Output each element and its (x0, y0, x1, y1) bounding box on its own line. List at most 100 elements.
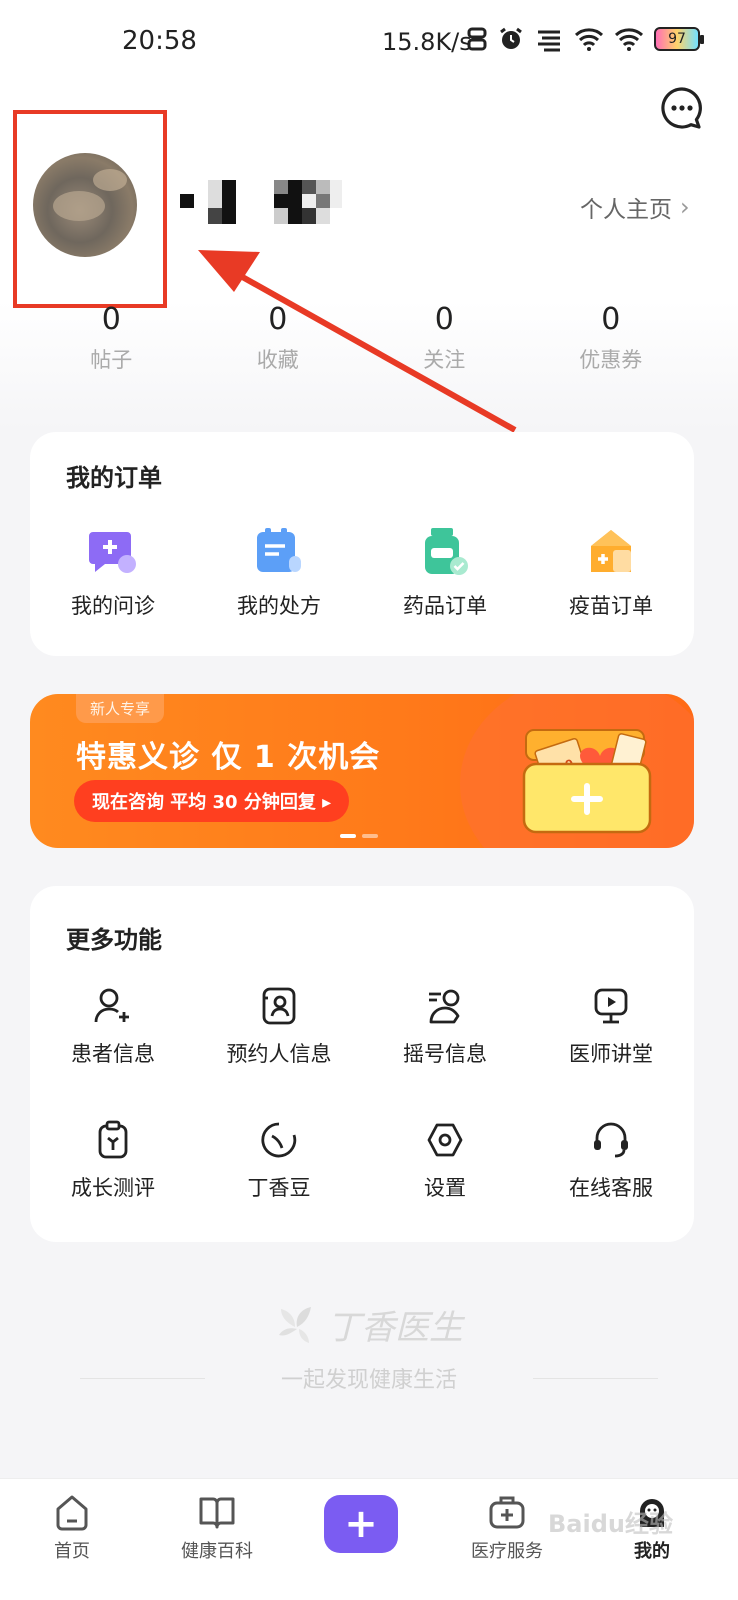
pagination-dot[interactable] (362, 834, 378, 838)
more-features-card: 更多功能 患者信息 预约人信息 摇号信息 医师讲堂 成长测评 丁香豆 设置 在线… (30, 886, 694, 1242)
stat-favorites[interactable]: 0 收藏 (195, 300, 362, 374)
customer-service-icon (594, 1122, 628, 1158)
profile-stats: 0 帖子 0 收藏 0 关注 0 优惠券 (28, 300, 694, 374)
patient-icon (94, 988, 129, 1023)
orders-grid: 我的问诊 我的处方 药品订单 疫苗订单 (30, 526, 694, 620)
banner-pagination (340, 834, 378, 838)
brand-footer: 丁香医生 一起发现健康生活 (0, 1300, 738, 1393)
status-icons: 97 (466, 26, 704, 52)
feature-label: 设置 (424, 1176, 466, 1200)
feature-label: 医师讲堂 (569, 1042, 653, 1066)
tab-label: 首页 (54, 1541, 90, 1562)
stat-posts[interactable]: 0 帖子 (28, 300, 195, 374)
brand-slogan: 一起发现健康生活 (281, 1368, 458, 1393)
wifi-icon (574, 28, 604, 51)
feature-dingxiang-bean[interactable]: 丁香豆 (196, 1120, 362, 1202)
stat-label: 收藏 (256, 348, 299, 372)
more-grid-row-1: 患者信息 预约人信息 摇号信息 医师讲堂 (30, 986, 694, 1068)
order-item-prescription[interactable]: 我的处方 (196, 526, 362, 620)
more-grid-row-2: 成长测评 丁香豆 设置 在线客服 (30, 1120, 694, 1202)
order-item-medicine[interactable]: 药品订单 (362, 526, 528, 620)
stat-label: 关注 (423, 348, 466, 372)
tab-health-encyclopedia[interactable]: 健康百科 (157, 1493, 277, 1563)
book-icon (199, 1497, 235, 1529)
order-item-label: 药品订单 (403, 594, 487, 618)
sim-icon (467, 27, 487, 51)
status-bar: 20:58 15.8K/s 97 (0, 0, 738, 84)
stat-following[interactable]: 0 关注 (361, 300, 528, 374)
banner-title: 特惠义诊 仅 1 次机会 (76, 740, 381, 775)
feature-appointment-person[interactable]: 预约人信息 (196, 986, 362, 1068)
stat-label: 帖子 (90, 348, 133, 372)
feature-label: 在线客服 (569, 1176, 653, 1200)
order-item-label: 我的问诊 (71, 594, 155, 618)
stat-value: 0 (101, 302, 121, 337)
order-item-consultation[interactable]: 我的问诊 (30, 526, 196, 620)
order-item-vaccine[interactable]: 疫苗订单 (528, 526, 694, 620)
stat-value: 0 (434, 302, 454, 337)
clove-logo-icon (279, 1306, 311, 1343)
tab-home[interactable]: 首页 (12, 1493, 132, 1563)
tab-label: 健康百科 (181, 1541, 253, 1562)
brand-name: 丁香医生 (327, 1308, 463, 1348)
stat-value: 0 (268, 302, 288, 337)
settings-icon (427, 1123, 463, 1157)
divider-line (533, 1377, 659, 1379)
feature-label: 摇号信息 (403, 1042, 487, 1066)
appointment-person-icon (262, 987, 296, 1025)
feature-lottery-info[interactable]: 摇号信息 (362, 986, 528, 1068)
stat-value: 0 (601, 302, 621, 337)
stat-label: 优惠券 (579, 348, 643, 372)
baidu-watermark: Baidu经验 (548, 1510, 673, 1538)
profile-homepage-link[interactable]: 个人主页 › (580, 190, 690, 224)
more-features-title: 更多功能 (66, 926, 162, 954)
banner-consult-button[interactable]: 现在咨询 平均 30 分钟回复 ▸ (74, 780, 350, 822)
signal-icon (538, 30, 560, 52)
tab-label: 我的 (634, 1541, 670, 1562)
wifi-icon-2 (614, 28, 644, 51)
feature-label: 预约人信息 (226, 1042, 332, 1066)
promo-banner[interactable]: 新人专享 特惠义诊 仅 1 次机会 现在咨询 平均 30 分钟回复 ▸ ¥9.9 (30, 694, 694, 848)
brand-logo: 丁香医生 (275, 1300, 463, 1349)
divider-line (80, 1377, 205, 1379)
orders-card: 我的订单 我的问诊 我的处方 药品订单 疫苗订单 (30, 432, 694, 656)
stat-coupons[interactable]: 0 优惠券 (528, 300, 695, 374)
order-item-label: 我的处方 (237, 594, 321, 618)
feature-patient-info[interactable]: 患者信息 (30, 986, 196, 1068)
brand-slogan-row: 一起发现健康生活 (80, 1362, 659, 1394)
battery-icon: 97 (654, 27, 704, 51)
username-pixelated (180, 180, 345, 224)
banner-tag: 新人专享 (76, 694, 165, 723)
lecture-icon (594, 988, 628, 1024)
feature-label: 丁香豆 (247, 1176, 311, 1200)
tab-label: 医疗服务 (471, 1541, 543, 1562)
growth-assessment-icon (98, 1120, 128, 1159)
profile-homepage-label: 个人主页 (580, 197, 672, 223)
home-icon (56, 1495, 88, 1531)
feature-doctor-lecture[interactable]: 医师讲堂 (528, 986, 694, 1068)
prescription-icon (257, 528, 301, 572)
annotation-highlight-box (13, 110, 167, 308)
chevron-right-icon: › (680, 193, 690, 221)
pagination-dot-active[interactable] (340, 834, 356, 838)
feature-label: 患者信息 (71, 1042, 155, 1066)
network-speed: 15.8K/s (382, 28, 472, 56)
bottom-tab-bar: 首页 健康百科 + 医疗服务 我的 (0, 1478, 738, 1600)
vaccine-icon (591, 530, 631, 572)
medical-box-illustration: ¥9.9 (522, 729, 652, 834)
lottery-icon (429, 989, 460, 1024)
status-time: 20:58 (122, 26, 197, 56)
pixelated-name-image (180, 180, 342, 224)
feature-online-service[interactable]: 在线客服 (528, 1120, 694, 1202)
feature-settings[interactable]: 设置 (362, 1120, 528, 1202)
medicine-icon (425, 528, 468, 575)
feature-growth-assessment[interactable]: 成长测评 (30, 1120, 196, 1202)
battery-level: 97 (668, 31, 686, 47)
consultation-icon (89, 532, 136, 573)
publish-plus-button[interactable]: + (324, 1495, 398, 1553)
feature-label: 成长测评 (71, 1176, 155, 1200)
alarm-icon (500, 27, 522, 49)
bean-icon (261, 1122, 297, 1158)
message-icon[interactable] (660, 86, 704, 130)
order-item-label: 疫苗订单 (569, 594, 653, 618)
